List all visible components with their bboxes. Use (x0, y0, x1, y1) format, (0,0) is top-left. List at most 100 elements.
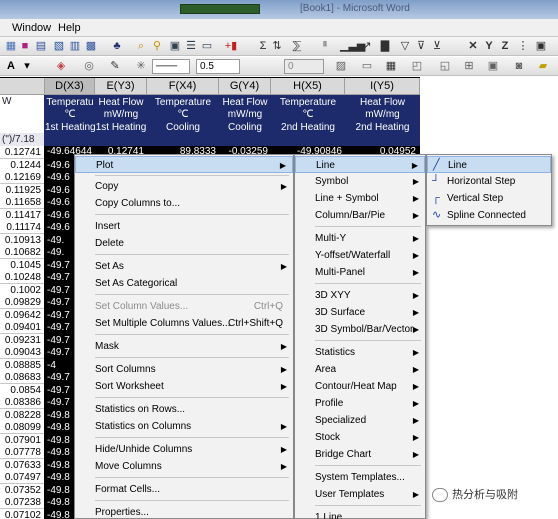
row-header[interactable]: 0.10682 (0, 246, 44, 259)
plot-menu-item-3d-xyy[interactable]: 3D XYY ▶ (295, 287, 425, 304)
long-name-f[interactable]: Temperature (147, 97, 219, 109)
plot-menu-item-bridge-chart[interactable]: Bridge Chart ▶ (295, 446, 425, 463)
column-header-e[interactable]: E(Y3) (95, 78, 147, 95)
row-header[interactable]: 0.07633 (0, 458, 44, 472)
row-header[interactable]: 0.09043 (0, 346, 44, 359)
plot-menu-item-line-symbol[interactable]: Line + Symbol ▶ (295, 190, 425, 207)
table-cell[interactable]: -49.7 (45, 346, 73, 359)
table-cell[interactable]: -49.6 (45, 171, 73, 184)
context-menu-item-hide-unhide-columns[interactable]: Hide/Unhide Columns ▶ (75, 441, 293, 458)
plot-menu-item-3d-symbol-bar-vector[interactable]: 3D Symbol/Bar/Vector ▶ (295, 321, 425, 338)
units-i[interactable]: mW/mg (345, 109, 420, 121)
window-icon[interactable]: ▭ (200, 39, 214, 53)
table-cell[interactable]: -4 (45, 359, 73, 372)
table-cell[interactable]: -49.8 (45, 496, 73, 509)
table-cell[interactable]: -49.8 (45, 471, 73, 484)
units-e[interactable]: mW/mg (95, 109, 147, 121)
close-icon[interactable]: ✕ (466, 39, 480, 53)
pattern-icon[interactable]: ◎ (82, 59, 96, 73)
row-header[interactable]: 0.09231 (0, 333, 44, 347)
lock-icon[interactable]: ◙ (512, 59, 526, 73)
column-header-i[interactable]: I(Y5) (345, 78, 420, 95)
context-menu-item-copy[interactable]: Copy ▶ (75, 178, 293, 195)
table-cell[interactable]: -49.7 (45, 371, 73, 384)
context-menu-item-plot[interactable]: Plot ▶ (75, 156, 293, 173)
row-header[interactable]: 0.11417 (0, 208, 44, 222)
comment-g[interactable]: Cooling (219, 122, 271, 134)
column-chart-icon[interactable]: ▇ (378, 39, 392, 53)
context-menu-item-statistics-on-rows[interactable]: Statistics on Rows... (75, 401, 293, 418)
row-header[interactable]: 0.07778 (0, 446, 44, 459)
row-header[interactable]: 0.07901 (0, 433, 44, 447)
context-menu-item-copy-columns-to[interactable]: Copy Columns to... (75, 195, 293, 212)
long-name-d[interactable]: Temperatu (45, 97, 95, 109)
table-cell[interactable]: -49.8 (45, 409, 73, 422)
table-cell[interactable]: -49.7 (45, 259, 73, 272)
line-width-select[interactable]: 0.5 (196, 59, 240, 74)
row-header[interactable]: 0.08228 (0, 408, 44, 422)
units-f[interactable]: ℃ (147, 109, 219, 121)
column-header-g[interactable]: G(Y4) (219, 78, 271, 95)
context-menu-item-sort-columns[interactable]: Sort Columns ▶ (75, 361, 293, 378)
row-header[interactable]: 0.08683 (0, 371, 44, 384)
image-icon[interactable]: ■ (18, 39, 32, 53)
data-reader-icon[interactable]: ⚲ (150, 39, 164, 53)
row-header[interactable]: 0.11174 (0, 221, 44, 234)
grid-icon[interactable]: ▦ (4, 39, 18, 53)
plot-menu-item-stock[interactable]: Stock ▶ (295, 429, 425, 446)
row-header[interactable]: 0.08885 (0, 358, 44, 372)
table-cell[interactable]: -49.8 (45, 434, 73, 447)
table-cell[interactable]: -49.6 (45, 184, 73, 197)
calc-icon[interactable]: ▣ (168, 39, 182, 53)
units-h[interactable]: ℃ (271, 109, 345, 121)
trend-icon[interactable]: ↗ (360, 39, 374, 53)
long-name-h[interactable]: Temperature (271, 97, 345, 109)
plot-menu-item-specialized[interactable]: Specialized ▶ (295, 412, 425, 429)
list-icon[interactable]: ☰ (184, 39, 198, 53)
context-menu-item-format-cells[interactable]: Format Cells... (75, 481, 293, 498)
row-header[interactable]: 0.10913 (0, 233, 44, 247)
column-header-f[interactable]: F(X4) (147, 78, 219, 95)
row-header[interactable]: 0.1045 (0, 258, 44, 272)
line-menu-item-horizontal-step[interactable]: Horizontal Step ┘ (427, 173, 551, 190)
bar-chart-icon[interactable]: ▁▃▅ (340, 39, 365, 53)
context-menu-item-insert[interactable]: Insert (75, 218, 293, 235)
column-header-d[interactable]: D(X3) (45, 78, 95, 95)
plot-menu-item-multi-y[interactable]: Multi-Y ▶ (295, 230, 425, 247)
add-column-icon[interactable]: +▮ (224, 39, 238, 53)
row-header[interactable]: 0.09829 (0, 296, 44, 309)
comment-f[interactable]: Cooling (147, 122, 219, 134)
table-cell[interactable]: -49. (45, 246, 73, 259)
plot-menu-item-symbol[interactable]: Symbol ▶ (295, 173, 425, 190)
context-menu-item-set-as-categorical[interactable]: Set As Categorical (75, 275, 293, 292)
row-header[interactable]: 0.11658 (0, 196, 44, 209)
plot-menu-item-system-templates[interactable]: System Templates... (295, 469, 425, 486)
long-name-i[interactable]: Heat Flow (345, 97, 420, 109)
more-icon[interactable]: ⋮ (516, 39, 530, 53)
context-menu-item-set-as[interactable]: Set As ▶ (75, 258, 293, 275)
units-g[interactable]: mW/mg (219, 109, 271, 121)
comment-i[interactable]: 2nd Heating (345, 122, 420, 134)
table-cell[interactable]: -49.6 (45, 159, 73, 172)
tree-icon[interactable]: ♣ (110, 39, 124, 53)
corner-header[interactable] (0, 78, 45, 95)
comment-h[interactable]: 2nd Heating (271, 122, 345, 134)
table-cell[interactable]: -49.6 (45, 209, 73, 222)
table-cell[interactable]: -49.7 (45, 284, 73, 297)
row-header[interactable]: 0.07497 (0, 471, 44, 484)
scroll-icon[interactable]: ▣ (534, 39, 548, 53)
font-size-icon[interactable]: ᴵᴵ (318, 39, 332, 53)
menu-help[interactable]: Help (58, 22, 81, 34)
table-cell[interactable]: -49.8 (45, 459, 73, 472)
stats-icon[interactable]: ⅀ (290, 39, 304, 53)
table-cell[interactable]: -49. (45, 234, 73, 247)
context-menu-item-sort-worksheet[interactable]: Sort Worksheet ▶ (75, 378, 293, 395)
hatch-icon[interactable]: ▨ (334, 59, 348, 73)
merge-icon[interactable]: ◱ (438, 59, 452, 73)
line-style-select[interactable]: ─── (152, 59, 190, 74)
filter-clear-icon[interactable]: ⊽ (414, 39, 428, 53)
row-header[interactable]: 0.09642 (0, 308, 44, 322)
sort-icon[interactable]: ⇅ (270, 39, 284, 53)
long-name-g[interactable]: Heat Flow (219, 97, 271, 109)
row-header[interactable]: 0.08099 (0, 421, 44, 434)
